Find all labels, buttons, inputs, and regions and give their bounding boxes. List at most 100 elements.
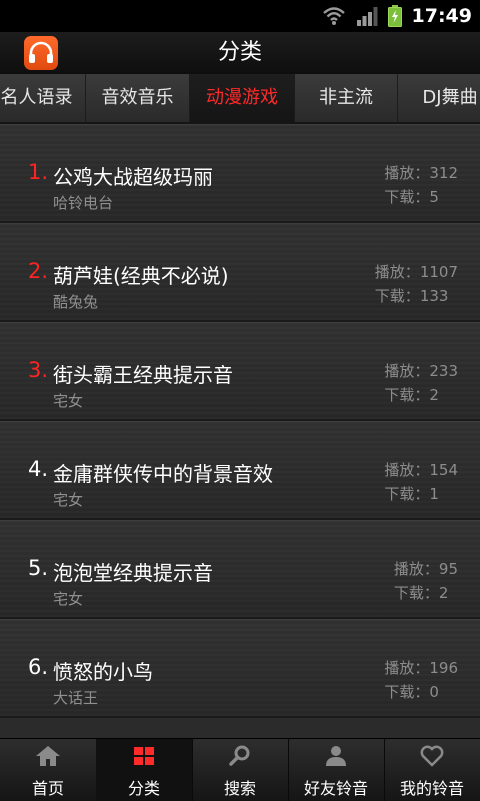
play-value: 233	[429, 362, 458, 380]
play-count: 播放：154	[384, 458, 458, 482]
item-stats: 播放：1107 下载：133	[375, 260, 458, 308]
tab-non-mainstream[interactable]: 非主流	[295, 74, 398, 122]
status-time: 17:49	[411, 5, 472, 27]
tab-label: 动漫游戏	[206, 87, 278, 108]
play-count: 播放：95	[394, 557, 458, 581]
download-value: 2	[429, 386, 439, 404]
download-count: 下载：2	[394, 581, 458, 605]
download-value: 2	[438, 584, 449, 602]
friends-icon	[288, 745, 384, 767]
list-item[interactable]: 5. 泡泡堂经典提示音 宅女 播放：95 下载：2	[0, 520, 480, 619]
download-count: 下载：1	[384, 482, 458, 506]
nav-label: 首页	[31, 779, 64, 798]
download-value: 0	[429, 683, 439, 701]
tab-sound-effects-music[interactable]: 音效音乐	[86, 74, 190, 122]
nav-label: 搜索	[223, 779, 256, 798]
item-title: 金庸群侠传中的背景音效	[53, 462, 273, 486]
play-count: 播放：1107	[375, 260, 458, 284]
tab-anime-games[interactable]: 动漫游戏	[190, 74, 295, 122]
play-label: 播放：	[384, 362, 430, 380]
nav-home[interactable]: 首页	[0, 739, 97, 801]
item-title: 愤怒的小鸟	[53, 660, 153, 684]
ringtone-list: 1. 公鸡大战超级玛丽 哈铃电台 播放：312 下载：5 2. 葫芦娃(经典不必…	[0, 124, 480, 738]
item-author: 大话王	[53, 689, 99, 707]
list-item[interactable]: 4. 金庸群侠传中的背景音效 宅女 播放：154 下载：1	[0, 421, 480, 520]
item-title: 公鸡大战超级玛丽	[53, 165, 213, 189]
item-title: 泡泡堂经典提示音	[53, 561, 213, 585]
play-count: 播放：233	[384, 359, 458, 383]
download-count: 下载：133	[375, 284, 458, 308]
play-label: 播放：	[384, 461, 430, 479]
item-rank: 5.	[28, 556, 49, 580]
category-icon	[96, 745, 192, 767]
status-bar: 17:49	[0, 0, 480, 32]
play-label: 播放：	[384, 659, 430, 677]
search-icon	[192, 745, 288, 767]
download-value: 133	[419, 287, 449, 305]
item-stats: 播放：312 下载：5	[384, 161, 458, 209]
item-author: 宅女	[53, 392, 84, 410]
tab-label: 音效音乐	[101, 87, 174, 108]
list-item[interactable]: 6. 愤怒的小鸟 大话王 播放：196 下载：0	[0, 619, 480, 718]
item-author: 酷兔兔	[53, 293, 99, 311]
item-title: 街头霸王经典提示音	[53, 363, 233, 387]
play-value: 154	[429, 461, 458, 479]
home-icon	[0, 745, 96, 767]
item-rank: 3.	[28, 358, 49, 382]
play-value: 1107	[419, 263, 458, 281]
download-label: 下载：	[384, 386, 430, 404]
item-stats: 播放：95 下载：2	[394, 557, 458, 605]
download-label: 下载：	[374, 287, 420, 305]
nav-label: 分类	[127, 779, 160, 798]
bottom-navigation: 首页 分类 搜索 好友铃音 我的铃音	[0, 738, 480, 801]
tab-dj-dance[interactable]: DJ舞曲	[398, 74, 480, 122]
play-label: 播放：	[384, 164, 430, 182]
play-value: 196	[429, 659, 458, 677]
heart-icon	[384, 745, 480, 767]
tab-celebrity-quotes[interactable]: 名人语录	[0, 74, 86, 122]
list-item[interactable]: 2. 葫芦娃(经典不必说) 酷兔兔 播放：1107 下载：133	[0, 223, 480, 322]
item-author: 宅女	[53, 590, 84, 608]
tab-label: DJ舞曲	[422, 87, 478, 108]
item-author: 哈铃电台	[53, 194, 114, 212]
page-title: 分类	[217, 40, 262, 65]
download-value: 5	[429, 188, 439, 206]
download-count: 下载：5	[384, 185, 458, 209]
item-rank: 6.	[28, 655, 49, 679]
play-count: 播放：196	[384, 656, 458, 680]
nav-search[interactable]: 搜索	[192, 739, 289, 801]
play-count: 播放：312	[384, 161, 458, 185]
tab-label: 名人语录	[0, 87, 73, 108]
play-value: 312	[429, 164, 458, 182]
play-label: 播放：	[393, 560, 439, 578]
item-rank: 4.	[28, 457, 49, 481]
item-author: 宅女	[53, 491, 84, 509]
wifi-icon	[322, 7, 345, 25]
item-title: 葫芦娃(经典不必说)	[53, 264, 229, 288]
status-indicators: 17:49	[322, 0, 472, 32]
item-rank: 2.	[28, 259, 49, 283]
battery-icon	[387, 5, 402, 27]
item-rank: 1.	[28, 160, 49, 184]
nav-label: 我的铃音	[399, 779, 464, 798]
download-label: 下载：	[393, 584, 439, 602]
title-bar: 分类	[0, 32, 480, 75]
download-count: 下载：0	[384, 680, 458, 704]
download-label: 下载：	[384, 683, 430, 701]
play-label: 播放：	[374, 263, 420, 281]
list-item[interactable]: 3. 街头霸王经典提示音 宅女 播放：233 下载：2	[0, 322, 480, 421]
download-label: 下载：	[384, 188, 430, 206]
item-stats: 播放：154 下载：1	[384, 458, 458, 506]
download-value: 1	[429, 485, 439, 503]
nav-friends-ringtones[interactable]: 好友铃音	[288, 739, 385, 801]
nav-category[interactable]: 分类	[96, 739, 193, 801]
item-stats: 播放：233 下载：2	[384, 359, 458, 407]
tab-label: 非主流	[319, 87, 373, 108]
nav-my-ringtones[interactable]: 我的铃音	[384, 739, 480, 801]
item-stats: 播放：196 下载：0	[384, 656, 458, 704]
download-label: 下载：	[384, 485, 430, 503]
play-value: 95	[438, 560, 458, 578]
download-count: 下载：2	[384, 383, 458, 407]
category-tab-bar: 名人语录 音效音乐 动漫游戏 非主流 DJ舞曲	[0, 74, 480, 124]
list-item[interactable]: 1. 公鸡大战超级玛丽 哈铃电台 播放：312 下载：5	[0, 124, 480, 223]
